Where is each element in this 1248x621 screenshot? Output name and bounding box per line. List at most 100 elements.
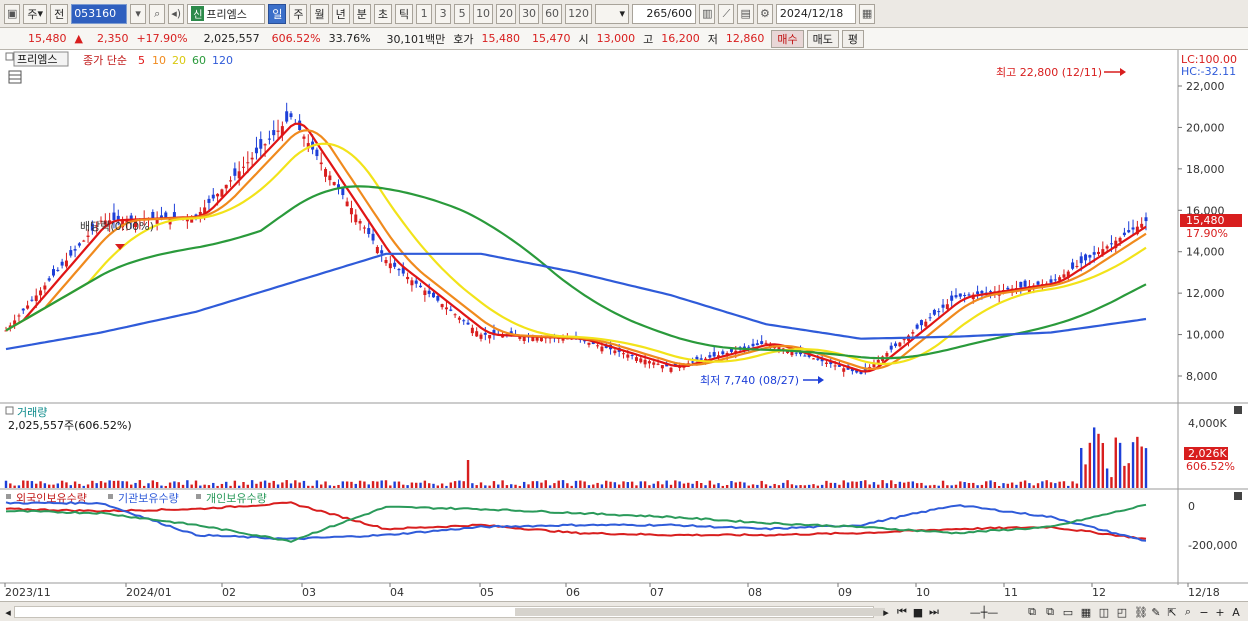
candle-body [397,269,401,271]
candle-body [1140,223,1144,228]
scroll-track[interactable] [14,606,885,618]
copy-icon[interactable]: ⧉ [1044,605,1056,619]
volume-bar [458,480,461,488]
interval-1[interactable]: 1 [416,3,433,24]
candle-body [626,354,630,358]
line-tool-icon[interactable]: ⟋ [718,3,735,24]
volume-bar [652,483,655,488]
prev-button[interactable]: 전 [50,3,69,24]
search-icon[interactable]: ⌕ [149,3,166,24]
interval-20[interactable]: 20 [496,3,517,24]
tile-icon[interactable]: ▦ [1080,605,1092,619]
period-minute-tab[interactable]: 분 [352,3,371,24]
volume-bar [52,484,55,488]
eval-button[interactable]: 평 [841,29,865,48]
candle-body [1092,252,1096,255]
volume-bar [220,483,224,488]
volume-bar [795,485,798,488]
save-icon[interactable]: ▤ [737,3,754,24]
candle-body [388,263,392,269]
x-tick-label: 12/18 [1188,586,1220,599]
export-icon[interactable]: ⇱ [1166,605,1178,619]
grid-icon[interactable] [8,70,22,84]
market-select[interactable]: 주 ▾ [23,3,48,24]
scroll-left-icon[interactable]: ◂ [2,605,14,619]
volume-bar [959,481,962,488]
volume-bar [1123,465,1126,488]
stock-chart[interactable]: 프리엠스 종가 단순 5 10 20 60 120 LC:100.00 HC:-… [0,50,1248,601]
candle-body [259,139,263,149]
period-tick-tab[interactable]: 틱 [394,3,414,24]
interval-120[interactable]: 120 [565,3,593,24]
candle-body [691,361,695,363]
split-icon[interactable]: ◫ [1098,605,1110,619]
sound-icon[interactable]: ◂) [168,3,185,24]
scroll-right-icon[interactable]: ▸ [880,605,892,619]
holder-close-icon[interactable] [1234,492,1242,500]
gear-icon[interactable]: ⚙ [756,3,773,24]
first-icon[interactable]: ⏮ [896,605,908,619]
volume-bar [380,480,383,488]
legend-institution: 기관보유수량 [118,492,179,505]
zoom-slider[interactable]: —┼— [950,605,1018,619]
crop-icon[interactable]: ⧉ [1026,605,1038,619]
candle-type-icon[interactable]: ▥ [699,3,716,24]
last-icon[interactable]: ⏭ [928,605,940,619]
period-month-tab[interactable]: 월 [310,3,329,24]
interval-5[interactable]: 5 [454,3,471,24]
bottom-scrollbar[interactable]: ◂ ▸ ⏮ ■ ⏭ —┼— ⧉ ⧉ ▭ ▦ ◫ ◰ ⛓ ✎ ⇱ ⌕ − + A [0,601,1248,621]
zoom-out-icon[interactable]: − [1198,605,1210,619]
window-icon[interactable]: ▭ [1062,605,1074,619]
candle-body [639,358,643,363]
period-year-tab[interactable]: 년 [331,3,350,24]
period-day-tab[interactable]: 일 [268,3,287,24]
font-size-icon[interactable]: A [1230,605,1242,619]
volume-bar [656,481,660,488]
volume-bar [868,484,871,488]
layout-icon-2[interactable]: ◰ [1116,605,1128,619]
volume-bar [229,485,232,488]
candle-count-box[interactable]: 265/600 [632,3,697,24]
interval-30[interactable]: 30 [519,3,540,24]
volume-bar [980,484,984,488]
volume-bar [410,482,414,488]
volume-bar [350,481,353,488]
link-icon[interactable]: ⛓ [1134,605,1148,619]
x-tick-label: 09 [838,586,852,599]
volume-bar [648,485,651,488]
volume-close-icon[interactable] [1234,406,1242,414]
volume-bar [60,480,64,488]
period-week-tab[interactable]: 주 [289,3,308,24]
stock-code-input[interactable]: 053160 [71,3,128,24]
interval-60[interactable]: 60 [542,3,563,24]
volume-bar [583,481,586,488]
volume-axis-tick: 4,000K [1188,417,1227,430]
candle-body [211,194,215,199]
zoom-in-icon[interactable]: + [1214,605,1226,619]
candle-body [958,293,962,297]
volume-bar [946,485,949,488]
candle-body [64,260,68,267]
buy-button[interactable]: 매수 [771,29,804,48]
volume-bar [1032,485,1035,488]
candle-body [233,168,237,176]
candle-count-max: /600 [667,7,693,20]
interval-3[interactable]: 3 [435,3,452,24]
zoom-icon[interactable]: ⌕ [1182,605,1194,619]
volume-bar [276,484,280,488]
interval-dropdown[interactable]: ▾ [595,3,630,24]
pen-icon[interactable]: ✎ [1150,605,1162,619]
volume-bar [78,483,81,488]
period-second-tab[interactable]: 초 [373,3,392,24]
candle-body [630,355,634,357]
date-input[interactable]: 2024/12/18 [775,3,856,24]
volume-bar [341,481,345,488]
volume-bar [639,481,642,488]
interval-10[interactable]: 10 [473,3,494,24]
stop-icon[interactable]: ■ [912,605,924,619]
scroll-thumb[interactable] [515,608,885,616]
code-dropdown-icon[interactable]: ▾ [130,3,147,24]
layout-icon[interactable]: ▣ [4,3,21,24]
sell-button[interactable]: 매도 [806,29,839,48]
calendar-icon[interactable]: ▦ [858,3,876,24]
